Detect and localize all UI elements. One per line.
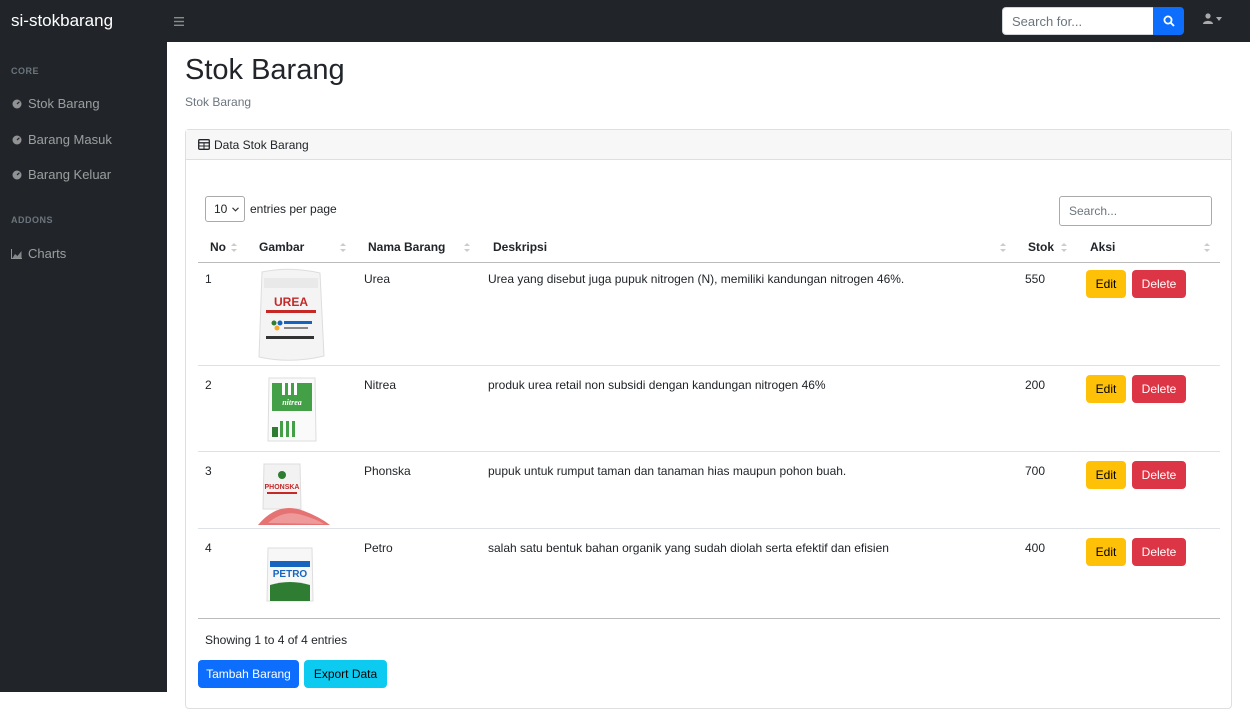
area-chart-icon [11,248,22,259]
row-divider [198,365,1220,366]
cell-nama-barang: Phonska [364,464,411,478]
sidebar-item-stok-barang[interactable]: Stok Barang [11,96,100,111]
search-icon [1163,15,1175,27]
column-header-no[interactable]: No [210,240,226,254]
cell-no: 4 [205,541,212,555]
table-header-divider [198,262,1220,263]
product-image-nitrea: nitrea [267,377,317,442]
cell-nama-barang: Petro [364,541,393,555]
column-header-deskripsi[interactable]: Deskripsi [493,240,547,254]
column-header-stok[interactable]: Stok [1028,240,1054,254]
cell-deskripsi: pupuk untuk rumput taman dan tanaman hia… [488,464,847,478]
sort-icon[interactable] [339,237,347,257]
cell-no: 1 [205,272,212,286]
svg-text:UREA: UREA [274,295,308,309]
chevron-down-icon [232,206,239,212]
product-image-phonska: PHONSKA [258,463,330,525]
edit-button[interactable]: Edit [1086,270,1126,298]
user-icon [1203,13,1213,24]
svg-text:nitrea: nitrea [282,398,302,407]
sidebar-item-charts[interactable]: Charts [11,246,66,261]
sidebar: CORE Stok Barang Barang Masuk Barang Kel… [0,42,167,692]
sort-icon[interactable] [999,237,1007,257]
cell-stok: 700 [1025,464,1046,478]
sidebar-toggle-icon[interactable] [174,13,184,29]
page-title: Stok Barang [185,54,345,86]
cell-no: 2 [205,378,212,392]
navbar-search [1002,7,1184,35]
svg-text:PETRO: PETRO [273,569,308,580]
cell-nama-barang: Nitrea [364,378,397,392]
product-image-urea: UREA [258,268,325,361]
cell-deskripsi: salah satu bentuk bahan organik yang sud… [488,541,889,555]
sidebar-item-barang-keluar[interactable]: Barang Keluar [11,167,111,182]
table-icon [198,139,210,150]
sidebar-item-label: Barang Keluar [28,167,112,182]
sidebar-item-barang-masuk[interactable]: Barang Masuk [11,132,112,147]
cell-stok: 200 [1025,378,1046,392]
card-header-title: Data Stok Barang [214,137,309,152]
sort-icon[interactable] [230,237,238,257]
svg-text:PHONSKA: PHONSKA [264,484,299,491]
sidebar-heading-addons: ADDONS [11,215,54,225]
column-header-aksi[interactable]: Aksi [1090,240,1115,254]
top-navbar: si-stokbarang [0,0,1250,42]
entries-per-page-value: 10 [214,202,228,216]
cell-no: 3 [205,464,212,478]
column-header-gambar[interactable]: Gambar [259,240,304,254]
row-divider [198,528,1220,529]
export-data-button[interactable]: Export Data [304,660,387,688]
cell-deskripsi: Urea yang disebut juga pupuk nitrogen (N… [488,272,905,286]
tachometer-icon [11,169,22,180]
sort-icon[interactable] [463,237,471,257]
column-header-nama-barang[interactable]: Nama Barang [368,240,445,254]
sidebar-item-label: Barang Masuk [28,132,112,147]
navbar-search-button[interactable] [1153,7,1184,35]
delete-button[interactable]: Delete [1132,270,1186,298]
row-divider [198,451,1220,452]
entries-length-control: 10 entries per page [205,196,337,222]
sidebar-item-label: Stok Barang [28,96,100,111]
product-image-petro: PETRO [266,547,314,602]
brand-title[interactable]: si-stokbarang [11,11,113,31]
card-header: Data Stok Barang [186,130,1231,160]
breadcrumb: Stok Barang [185,95,252,109]
sidebar-item-label: Charts [28,246,67,261]
sidebar-heading-core: CORE [11,66,40,76]
table-info: Showing 1 to 4 of 4 entries [205,633,348,647]
delete-button[interactable]: Delete [1132,538,1186,566]
edit-button[interactable]: Edit [1086,538,1126,566]
entries-per-page-label: entries per page [250,202,337,216]
cell-nama-barang: Urea [364,272,391,286]
entries-per-page-select[interactable]: 10 [205,196,245,222]
tachometer-icon [11,98,22,109]
sort-icon[interactable] [1203,237,1211,257]
edit-button[interactable]: Edit [1086,461,1126,489]
cell-stok: 400 [1025,541,1046,555]
table-search-input[interactable] [1059,196,1212,226]
navbar-search-input[interactable] [1002,7,1153,35]
edit-button[interactable]: Edit [1086,375,1126,403]
delete-button[interactable]: Delete [1132,461,1186,489]
tachometer-icon [11,134,22,145]
table-footer-divider [198,618,1220,619]
cell-deskripsi: produk urea retail non subsidi dengan ka… [488,378,826,392]
user-dropdown[interactable] [1203,13,1222,24]
add-item-button[interactable]: Tambah Barang [198,660,299,688]
sort-icon[interactable] [1060,237,1068,257]
cell-stok: 550 [1025,272,1046,286]
caret-down-icon [1216,16,1222,21]
delete-button[interactable]: Delete [1132,375,1186,403]
